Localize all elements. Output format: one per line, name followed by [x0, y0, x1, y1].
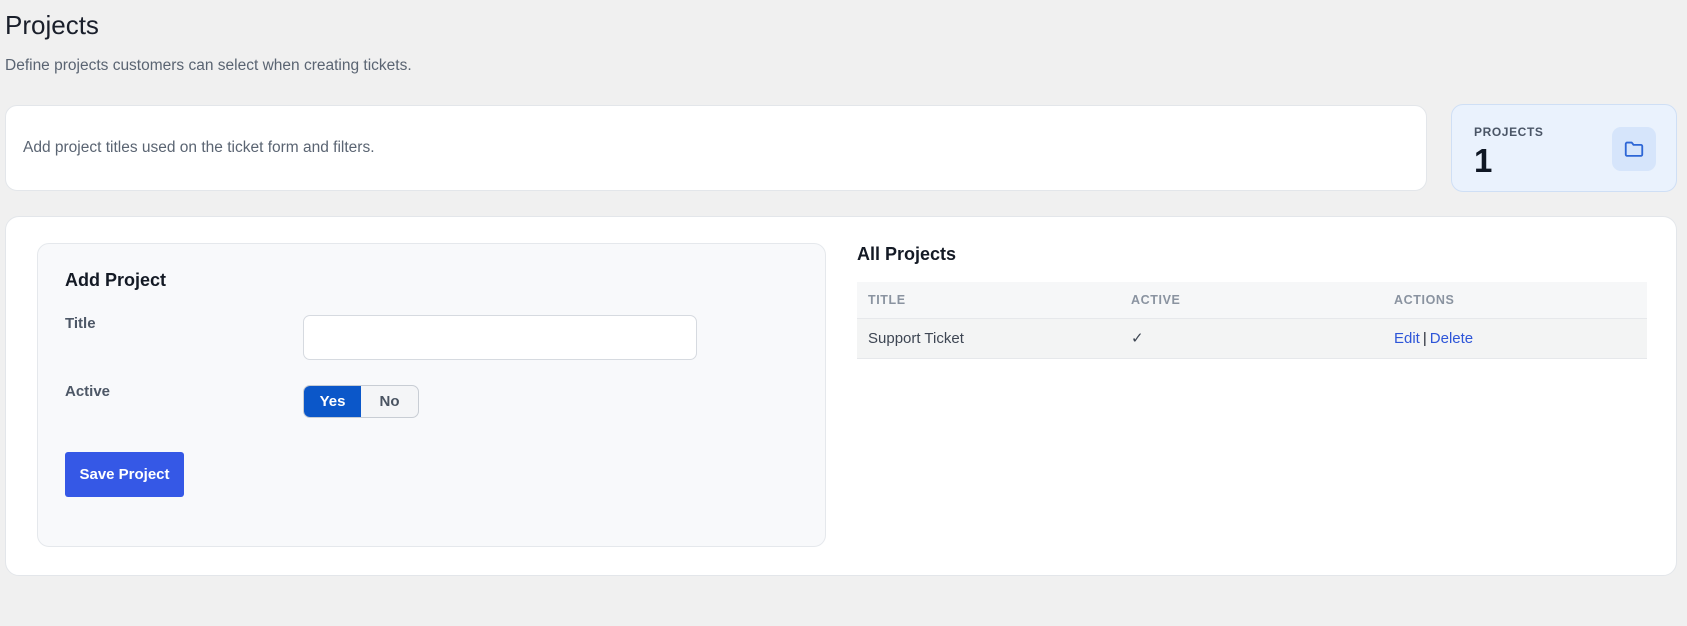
project-actions-cell: Edit | Delete — [1383, 318, 1647, 359]
table-row: Support Ticket ✓ Edit | Delete — [857, 318, 1647, 359]
active-no-button[interactable]: No — [361, 386, 418, 417]
active-label: Active — [65, 383, 111, 400]
table-header-row: TITLE ACTIVE ACTIONS — [857, 282, 1647, 319]
main-card: Add Project Title Active Yes No Save Pro… — [5, 216, 1677, 576]
column-header-title: TITLE — [857, 282, 1120, 319]
add-project-form: Add Project Title Active Yes No Save Pro… — [37, 243, 826, 547]
title-label: Title — [65, 315, 96, 332]
page-subtitle: Define projects customers can select whe… — [5, 57, 412, 74]
action-separator: | — [1422, 329, 1427, 347]
folder-icon — [1612, 127, 1656, 171]
projects-table: TITLE ACTIVE ACTIONS Support Ticket ✓ Ed… — [857, 282, 1647, 359]
intro-card: Add project titles used on the ticket fo… — [5, 105, 1427, 191]
column-header-active: ACTIVE — [1120, 282, 1383, 319]
all-projects-title: All Projects — [857, 244, 957, 264]
stat-value: 1 — [1474, 142, 1493, 179]
project-title-cell: Support Ticket — [857, 318, 1120, 359]
intro-text: Add project titles used on the ticket fo… — [23, 139, 375, 156]
projects-stat-card: PROJECTS 1 — [1451, 104, 1677, 192]
project-active-cell: ✓ — [1120, 318, 1383, 359]
title-input[interactable] — [303, 315, 697, 360]
stat-label: PROJECTS — [1474, 125, 1544, 139]
save-project-button[interactable]: Save Project — [65, 452, 184, 497]
delete-link[interactable]: Delete — [1430, 330, 1473, 347]
page-title: Projects — [5, 10, 99, 40]
active-yes-button[interactable]: Yes — [304, 386, 361, 417]
column-header-actions: ACTIONS — [1383, 282, 1647, 319]
active-toggle: Yes No — [303, 385, 419, 418]
edit-link[interactable]: Edit — [1394, 330, 1420, 347]
form-title: Add Project — [65, 270, 167, 290]
